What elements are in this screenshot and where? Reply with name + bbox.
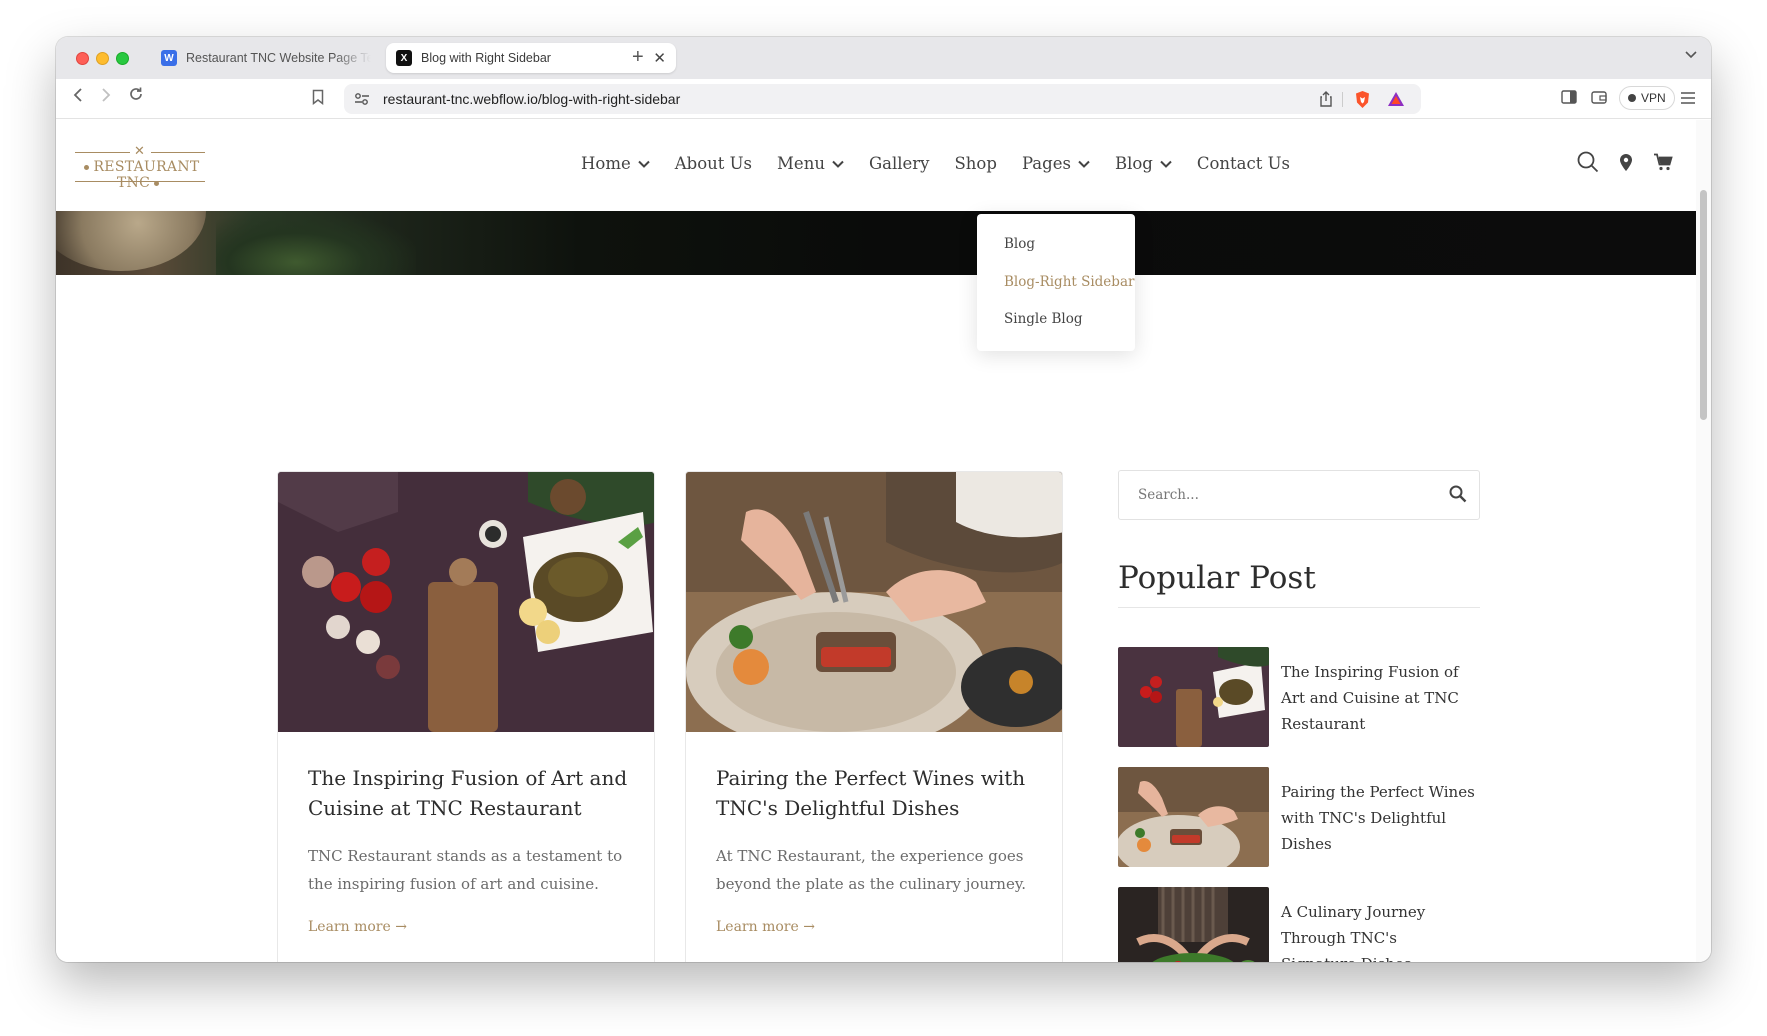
- browser-toolbar: restaurant-tnc.webflow.io/blog-with-righ…: [56, 79, 1711, 119]
- search-icon[interactable]: [1449, 485, 1467, 508]
- blog-card: The Inspiring Fusion of Art and Cuisine …: [277, 471, 655, 962]
- page-scrollbar[interactable]: [1696, 120, 1711, 962]
- minimize-window-button[interactable]: [96, 52, 109, 65]
- dropdown-item-blog-right-sidebar[interactable]: Blog-Right Sidebar: [977, 274, 1135, 312]
- forward-icon[interactable]: [100, 87, 112, 108]
- location-pin-icon[interactable]: [1619, 153, 1633, 177]
- logo-rule: [75, 152, 130, 153]
- nav-pages[interactable]: Pages: [1022, 154, 1090, 173]
- nav-menu[interactable]: Menu: [777, 154, 844, 173]
- main-nav: Home About Us Menu Gallery Shop Pages Bl…: [581, 154, 1315, 173]
- popular-post-thumbnail[interactable]: [1118, 887, 1269, 962]
- vpn-status-icon: [1628, 94, 1636, 102]
- nav-label: Pages: [1021, 154, 1071, 173]
- hamburger-menu-icon[interactable]: [1680, 91, 1696, 109]
- blog-card-excerpt: At TNC Restaurant, the experience goes b…: [716, 847, 1027, 893]
- heading-divider: [1118, 607, 1480, 608]
- site-header: ✕ RESTAURANT TNC Home About Us Menu Gall…: [56, 120, 1696, 211]
- nav-label: About Us: [674, 154, 753, 173]
- back-icon[interactable]: [72, 87, 84, 108]
- vpn-button[interactable]: VPN: [1619, 86, 1675, 110]
- blog-card-title[interactable]: Pairing the Perfect Wines with TNC's Del…: [716, 763, 1036, 823]
- dropdown-item-blog[interactable]: Blog: [977, 236, 1135, 274]
- site-logo[interactable]: ✕ RESTAURANT TNC: [75, 143, 205, 191]
- zoom-window-button[interactable]: [116, 52, 129, 65]
- tab-title: Blog with Right Sidebar: [421, 51, 551, 65]
- blog-card-image[interactable]: [278, 472, 654, 732]
- bookmark-icon[interactable]: [312, 89, 324, 110]
- nav-label: Blog: [1114, 154, 1153, 173]
- brave-shields-icon[interactable]: [1354, 90, 1371, 114]
- blog-dropdown-menu: Blog Blog-Right Sidebar Single Blog: [977, 214, 1135, 351]
- header-actions: [1577, 151, 1673, 178]
- url-divider: [1342, 92, 1343, 107]
- hero-herb-graphic: [216, 211, 416, 275]
- popular-post-title[interactable]: The Inspiring Fusion of Art and Cuisine …: [1281, 659, 1476, 737]
- popular-post-item[interactable]: The Inspiring Fusion of Art and Cuisine …: [1118, 647, 1480, 747]
- nav-contact-us[interactable]: Contact Us: [1197, 154, 1290, 173]
- blog-card-excerpt: TNC Restaurant stands as a testament to …: [308, 847, 623, 893]
- chevron-down-icon: [832, 160, 844, 168]
- blog-card-title[interactable]: The Inspiring Fusion of Art and Cuisine …: [308, 763, 628, 823]
- nav-label: Shop: [954, 154, 997, 173]
- popular-post-item[interactable]: Pairing the Perfect Wines with TNC's Del…: [1118, 767, 1480, 867]
- cart-icon[interactable]: [1653, 153, 1673, 176]
- sidebar-search: [1118, 470, 1480, 520]
- logo-rule: [75, 181, 205, 182]
- popular-post-title[interactable]: Pairing the Perfect Wines with TNC's Del…: [1281, 779, 1476, 857]
- share-icon[interactable]: [1319, 91, 1333, 112]
- url-text: restaurant-tnc.webflow.io/blog-with-righ…: [383, 91, 681, 107]
- blog-card-image[interactable]: [686, 472, 1062, 732]
- address-bar[interactable]: restaurant-tnc.webflow.io/blog-with-righ…: [344, 84, 1421, 114]
- sidebar-toggle-icon[interactable]: [1561, 90, 1577, 109]
- blog-card: Pairing the Perfect Wines with TNC's Del…: [685, 471, 1063, 962]
- vpn-label: VPN: [1641, 91, 1666, 105]
- browser-window: W Restaurant TNC Website Page Te X Blog …: [56, 37, 1711, 962]
- x-favicon-icon: X: [396, 50, 412, 66]
- site-settings-icon[interactable]: [354, 92, 370, 111]
- reload-icon[interactable]: [128, 86, 144, 107]
- tab-restaurant-tnc[interactable]: W Restaurant TNC Website Page Te: [151, 43, 381, 73]
- nav-label: Contact Us: [1196, 154, 1290, 173]
- nav-label: Menu: [777, 154, 825, 173]
- close-window-button[interactable]: [76, 52, 89, 65]
- scrollbar-thumb[interactable]: [1700, 190, 1707, 420]
- cutlery-icon: ✕: [134, 143, 145, 158]
- nav-gallery[interactable]: Gallery: [869, 154, 930, 173]
- popular-post-thumbnail[interactable]: [1118, 767, 1269, 867]
- chevron-down-icon: [1160, 160, 1172, 168]
- tab-bar: W Restaurant TNC Website Page Te X Blog …: [56, 37, 1711, 79]
- new-tab-icon[interactable]: +: [632, 46, 644, 69]
- search-icon[interactable]: [1577, 151, 1599, 178]
- chevron-down-icon: [638, 160, 650, 168]
- learn-more-link[interactable]: Learn more →: [716, 919, 815, 935]
- popular-post-heading: Popular Post: [1118, 560, 1316, 596]
- popular-post-title[interactable]: A Culinary Journey Through TNC's Signatu…: [1281, 899, 1476, 962]
- logo-dot: [84, 164, 90, 170]
- webflow-favicon-icon: W: [161, 50, 177, 66]
- chevron-down-icon: [1078, 160, 1090, 168]
- nav-label: Gallery: [868, 154, 930, 173]
- nav-blog[interactable]: Blog: [1115, 154, 1172, 173]
- nav-about-us[interactable]: About Us: [675, 154, 752, 173]
- learn-more-link[interactable]: Learn more →: [308, 919, 407, 935]
- hero-banner-image: [56, 211, 1696, 275]
- logo-rule: [151, 152, 205, 153]
- popular-post-item[interactable]: A Culinary Journey Through TNC's Signatu…: [1118, 887, 1480, 962]
- logo-text: RESTAURANT TNC: [75, 159, 205, 191]
- hero-bowl-graphic: [56, 211, 206, 271]
- brave-rewards-icon[interactable]: [1387, 91, 1405, 112]
- popular-post-thumbnail[interactable]: [1118, 647, 1269, 747]
- nav-shop[interactable]: Shop: [955, 154, 997, 173]
- dropdown-item-single-blog[interactable]: Single Blog: [977, 311, 1135, 349]
- logo-wordmark: RESTAURANT TNC: [93, 159, 200, 191]
- search-input[interactable]: [1119, 471, 1419, 519]
- tab-list-chevron-icon[interactable]: [1685, 47, 1697, 62]
- page-viewport: ✕ RESTAURANT TNC Home About Us Menu Gall…: [56, 120, 1696, 962]
- tab-title: Restaurant TNC Website Page Te: [186, 51, 371, 65]
- wallet-icon[interactable]: [1591, 90, 1607, 109]
- nav-label: Home: [581, 154, 631, 173]
- close-tab-icon[interactable]: ✕: [653, 49, 666, 67]
- nav-home[interactable]: Home: [581, 154, 650, 173]
